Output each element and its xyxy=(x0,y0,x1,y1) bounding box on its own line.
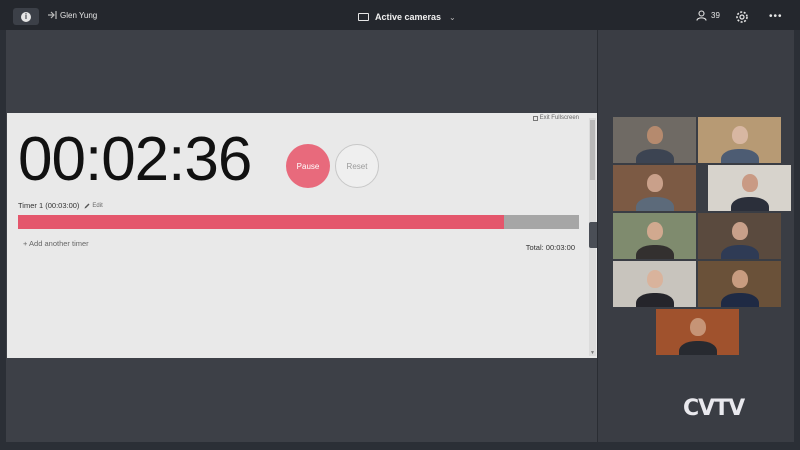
participant-torso xyxy=(635,245,674,259)
participant-face xyxy=(646,174,663,193)
info-icon: i xyxy=(21,11,31,22)
participant-torso xyxy=(730,197,769,211)
participant-gallery xyxy=(597,30,794,442)
user-name[interactable]: Glen Yung xyxy=(60,11,97,20)
person-icon xyxy=(696,10,707,21)
participant-face xyxy=(731,222,748,241)
exit-fullscreen-icon xyxy=(532,115,538,121)
cvtv-logo: CVTV xyxy=(683,396,745,421)
info-button[interactable]: i xyxy=(13,8,39,25)
view-selector[interactable]: Active cameras ⌄ xyxy=(358,10,456,24)
view-selector-label: Active cameras xyxy=(375,12,442,22)
scroll-down-icon[interactable]: ▼ xyxy=(589,350,596,356)
participant-video-4[interactable] xyxy=(708,165,791,211)
participant-torso xyxy=(635,197,674,211)
participant-face xyxy=(646,126,663,145)
edit-label: Edit xyxy=(92,202,103,209)
timer-progress-bar xyxy=(18,215,579,229)
participant-video-3[interactable] xyxy=(613,165,696,211)
participant-torso xyxy=(635,149,674,163)
participant-video-2[interactable] xyxy=(698,117,781,163)
camera-icon xyxy=(358,13,369,21)
participant-video-6[interactable] xyxy=(698,213,781,259)
gallery-collapse-handle[interactable] xyxy=(589,222,597,248)
participant-face xyxy=(741,174,758,193)
chevron-down-icon: ⌄ xyxy=(449,12,456,22)
timer-clock: 00:02:36 xyxy=(18,125,252,194)
top-bar: i Glen Yung Active cameras ⌄ 39 ••• xyxy=(0,0,800,30)
participant-torso xyxy=(678,341,717,355)
more-options-icon[interactable]: ••• xyxy=(769,11,783,22)
participant-torso xyxy=(720,293,759,307)
participant-face xyxy=(689,318,706,337)
add-another-timer-button[interactable]: + Add another timer xyxy=(23,239,89,248)
pause-button[interactable]: Pause xyxy=(286,144,330,188)
scrollbar-thumb[interactable] xyxy=(590,120,595,180)
shared-timer-window: Exit Fullscreen 00:02:36 Pause Reset Tim… xyxy=(7,113,597,358)
participant-torso xyxy=(720,149,759,163)
edit-timer-button[interactable]: Edit xyxy=(84,202,103,209)
participants-button[interactable]: 39 xyxy=(696,10,720,21)
participant-video-9[interactable] xyxy=(656,309,739,355)
participant-face xyxy=(646,222,663,241)
meeting-window: i Glen Yung Active cameras ⌄ 39 ••• Exit… xyxy=(0,0,800,450)
participant-count: 39 xyxy=(711,11,720,20)
participant-face xyxy=(731,126,748,145)
sign-in-icon xyxy=(48,11,57,19)
timer-progress-fill xyxy=(18,215,505,229)
exit-fullscreen-label: Exit Fullscreen xyxy=(539,115,579,121)
reset-button[interactable]: Reset xyxy=(335,144,379,188)
participant-video-1[interactable] xyxy=(613,117,696,163)
gear-icon[interactable] xyxy=(735,10,749,24)
total-time: Total: 00:03:00 xyxy=(525,243,575,252)
exit-fullscreen-button[interactable]: Exit Fullscreen xyxy=(532,115,579,121)
participant-torso xyxy=(635,293,674,307)
participant-torso xyxy=(720,245,759,259)
participant-video-5[interactable] xyxy=(613,213,696,259)
timer-name: Timer 1 (00:03:00) xyxy=(18,201,80,210)
participant-face xyxy=(646,270,663,289)
participant-video-8[interactable] xyxy=(698,261,781,307)
pencil-icon xyxy=(84,203,90,208)
timer-name-row: Timer 1 (00:03:00) Edit xyxy=(18,201,103,210)
participant-face xyxy=(731,270,748,289)
participant-video-7[interactable] xyxy=(613,261,696,307)
